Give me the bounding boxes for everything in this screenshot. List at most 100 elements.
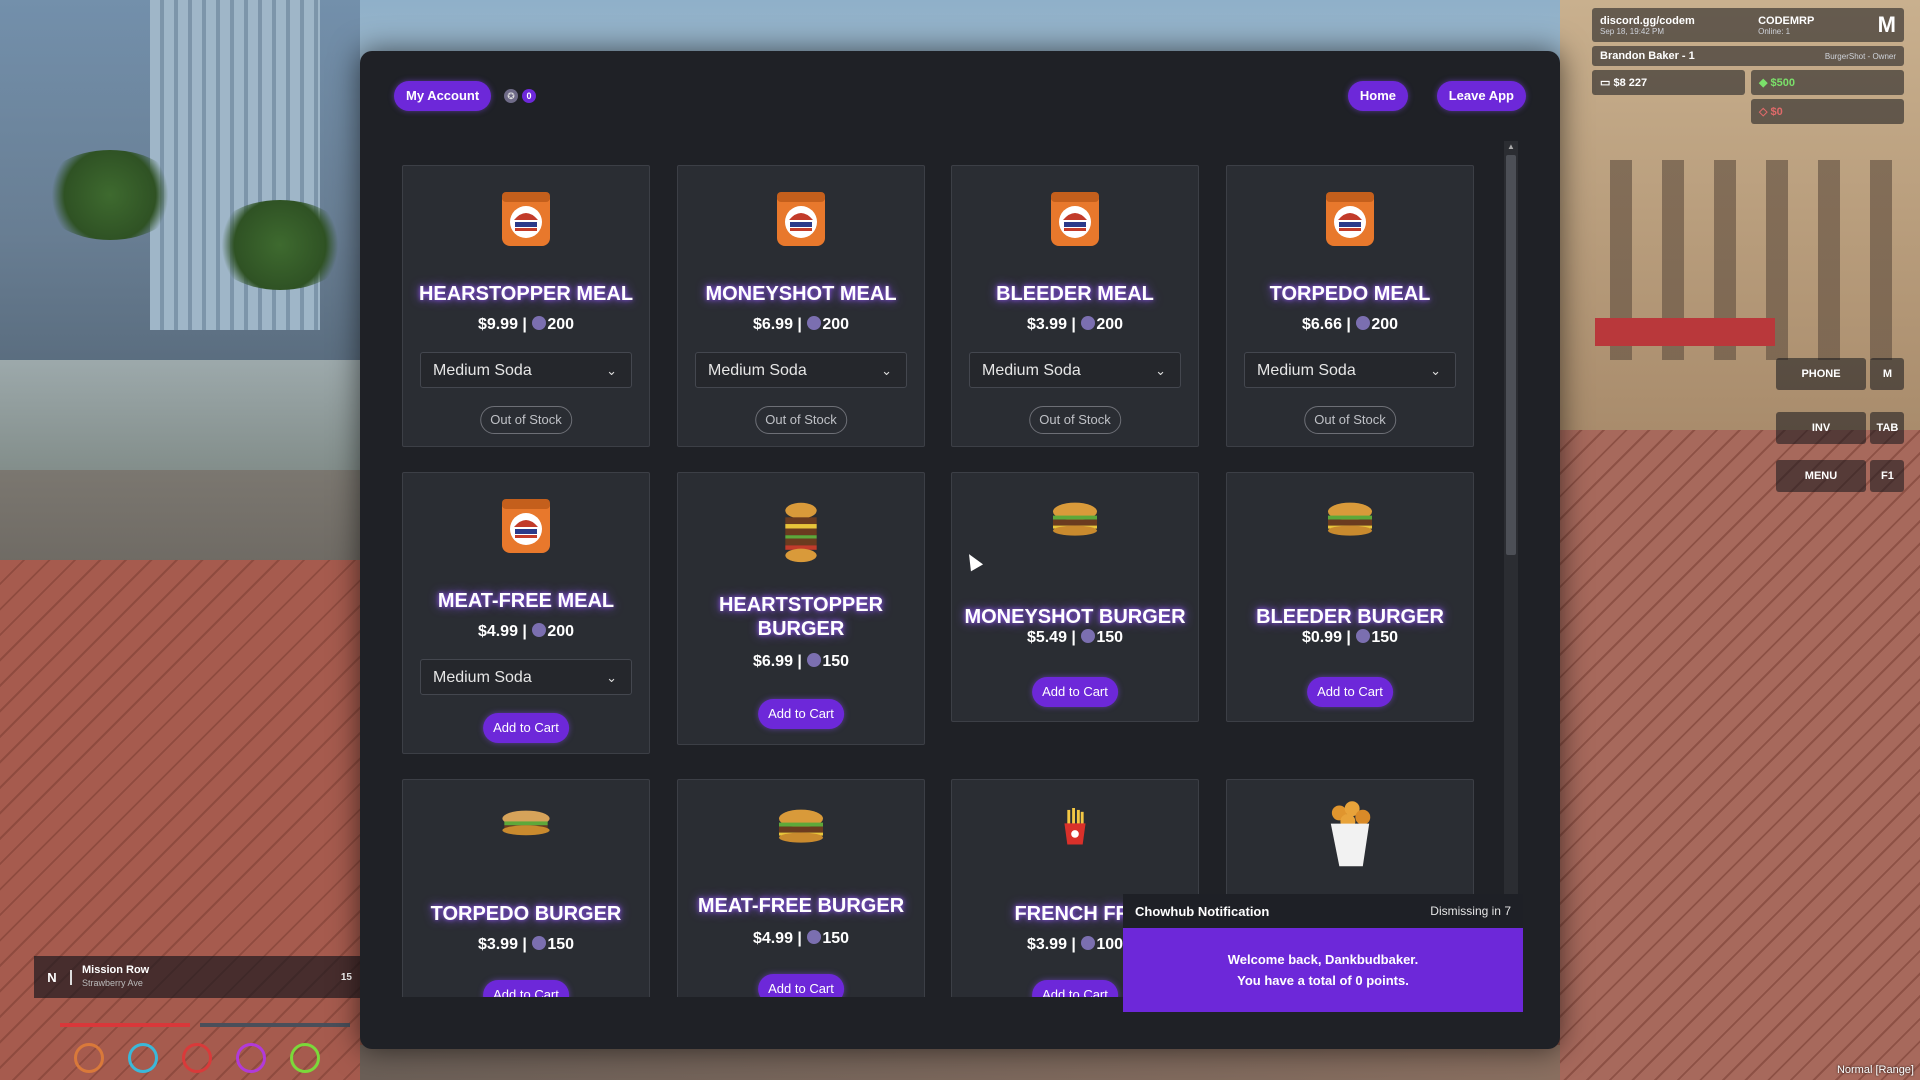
hud-job: BurgerShot - Owner — [1824, 51, 1896, 61]
palm-tree — [40, 150, 180, 240]
drink-select-value: Medium Soda — [433, 362, 532, 379]
menu-item-card: MONEYSHOT BURGER $5.49 | 150 Add to Cart — [951, 472, 1199, 722]
points-value: 150 — [1371, 629, 1399, 646]
menu-item-price: $3.99 | 200 — [952, 316, 1198, 334]
key-f1: F1 — [1870, 460, 1905, 492]
add-to-cart-button[interactable]: Add to Cart — [1307, 677, 1393, 707]
menu-item-name: HEARSTOPPER MEAL — [418, 283, 634, 305]
menu-item-name: MONEYSHOT BURGER — [964, 606, 1186, 628]
hud-keys-row2: INV TAB — [1776, 412, 1906, 444]
menu-item-name: MEAT-FREE MEAL — [437, 590, 615, 612]
menu-item-card: TORPEDO MEAL $6.66 | 200 Medium Soda ⌄ Out o… — [1226, 165, 1474, 447]
stacked-burger-icon — [779, 501, 824, 570]
add-to-cart-button[interactable]: Add to Cart — [758, 699, 844, 729]
menu-grid: HEARSTOPPER MEAL $9.99 | 200 Medium Soda ⌄ O… — [402, 165, 1520, 997]
add-to-cart-button[interactable]: Add to Cart — [1032, 980, 1118, 997]
fries-icon — [1059, 808, 1091, 851]
price-value: $9.99 | — [477, 316, 532, 333]
menu-item-card: BLEEDER MEAL $3.99 | 200 Medium Soda ⌄ Out o… — [951, 165, 1199, 447]
location-display: N Mission Row Strawberry Ave 15 — [34, 956, 360, 998]
voice-range: Normal [Range] — [1836, 1064, 1914, 1076]
torpedo-sandwich-icon — [500, 808, 551, 842]
menu-item-card: MEAT-FREE MEAL $4.99 | 200 Medium Soda ⌄ Add… — [402, 472, 650, 754]
hud-dirty: ◇ $0 — [1751, 99, 1904, 124]
add-to-cart-button[interactable]: Add to Cart — [1032, 677, 1118, 707]
key-tab: TAB — [1870, 412, 1905, 444]
menu-item-card: HEARTSTOPPER BURGER $6.99 | 150 Add to Car… — [677, 472, 925, 745]
points-coin-icon — [1081, 936, 1096, 950]
points-value: 200 — [547, 623, 575, 640]
street-sub: Strawberry Ave — [82, 978, 143, 988]
thirst-icon — [128, 1043, 158, 1073]
points-coin-icon — [1356, 629, 1371, 643]
background-awning — [1595, 318, 1775, 346]
add-to-cart-button[interactable]: Add to Cart — [758, 974, 844, 997]
drink-select[interactable]: Medium Soda ⌄ — [695, 352, 907, 388]
hud-cash: ▭ $8 227 — [1592, 70, 1745, 95]
key-m: M — [1870, 358, 1905, 390]
menu-item-price: $4.99 | 150 — [678, 930, 924, 948]
points-value: 200 — [822, 316, 850, 333]
add-to-cart-button[interactable]: Add to Cart — [483, 713, 569, 743]
chevron-down-icon: ⌄ — [606, 363, 617, 378]
points-value: 150 — [1096, 629, 1124, 646]
meal-box-icon — [494, 493, 558, 562]
points-badge: ✪ 0 — [504, 89, 536, 103]
hud-panel: discord.gg/codem Sep 18, 19:42 PM CODEMR… — [1592, 8, 1904, 128]
menu-item-card: HEARSTOPPER MEAL $9.99 | 200 Medium Soda ⌄ O… — [402, 165, 650, 447]
home-button[interactable]: Home — [1347, 81, 1408, 111]
oxygen-icon — [236, 1043, 266, 1073]
menu-item-name: HEARTSTOPPER BURGER — [718, 594, 884, 640]
key-menu: MENU — [1776, 460, 1866, 492]
meal-box-icon — [1043, 186, 1107, 255]
menu-item-price: $6.99 | 200 — [678, 316, 924, 334]
menu-item-name: TORPEDO MEAL — [1269, 283, 1431, 305]
street-number: 15 — [340, 971, 352, 983]
background-ground — [360, 1045, 1560, 1080]
meal-box-icon — [494, 186, 558, 255]
price-value: $4.99 | — [752, 930, 807, 947]
menu-scrollbar[interactable]: ▲ — [1504, 141, 1518, 921]
server-logo-icon: M — [1877, 12, 1896, 37]
chevron-down-icon: ⌄ — [881, 363, 892, 378]
scroll-up-icon[interactable]: ▲ — [1507, 143, 1515, 151]
menu-item-name: TORPEDO BURGER — [430, 903, 622, 925]
chevron-down-icon: ⌄ — [1430, 363, 1441, 378]
points-coin-icon — [807, 653, 822, 667]
hud-discord: discord.gg/codem — [1600, 14, 1695, 27]
notification-body: Welcome back, Dankbudbaker. You have a t… — [1123, 928, 1523, 1012]
points-coin-icon — [1356, 316, 1371, 330]
price-value: $0.99 | — [1301, 629, 1356, 646]
notification-line1: Welcome back, Dankbudbaker. — [1227, 952, 1419, 967]
stress-icon — [182, 1043, 212, 1073]
background-sidewalk-right — [1560, 430, 1920, 1080]
hud-player: Brandon Baker - 1 — [1600, 50, 1695, 62]
out-of-stock-button: Out of Stock — [480, 406, 572, 434]
price-value: $3.99 | — [1026, 936, 1081, 953]
drink-select[interactable]: Medium Soda ⌄ — [1244, 352, 1456, 388]
meal-box-icon — [1318, 186, 1382, 255]
hud-player-row: Brandon Baker - 1 BurgerShot - Owner — [1592, 46, 1904, 66]
points-coin-icon — [1081, 629, 1096, 643]
price-value: $3.99 | — [1026, 316, 1081, 333]
price-value: $3.99 | — [477, 936, 532, 953]
my-account-button[interactable]: My Account — [394, 81, 492, 111]
nuggets-icon — [1324, 798, 1375, 873]
notification-header: Chowhub Notification Dismissing in 7 — [1123, 894, 1523, 928]
points-coin-icon — [532, 316, 547, 330]
hud-dirty-row: ◇ $0 — [1592, 99, 1904, 124]
leave-app-button[interactable]: Leave App — [1436, 81, 1526, 111]
armor-bar — [200, 1023, 350, 1027]
drink-select[interactable]: Medium Soda ⌄ — [420, 659, 632, 695]
scroll-thumb[interactable] — [1506, 155, 1516, 555]
drink-select[interactable]: Medium Soda ⌄ — [969, 352, 1181, 388]
drink-select-value: Medium Soda — [1257, 362, 1356, 379]
add-to-cart-button[interactable]: Add to Cart — [483, 980, 569, 997]
points-coin-icon — [807, 930, 822, 944]
street-name: Mission Row — [82, 964, 150, 976]
burger-icon — [1051, 501, 1099, 541]
app-topbar: My Account ✪ 0 Home Leave App — [394, 81, 1526, 115]
drink-select[interactable]: Medium Soda ⌄ — [420, 352, 632, 388]
points-value: 200 — [1371, 316, 1399, 333]
hud-server-row: discord.gg/codem Sep 18, 19:42 PM CODEMR… — [1592, 8, 1904, 42]
